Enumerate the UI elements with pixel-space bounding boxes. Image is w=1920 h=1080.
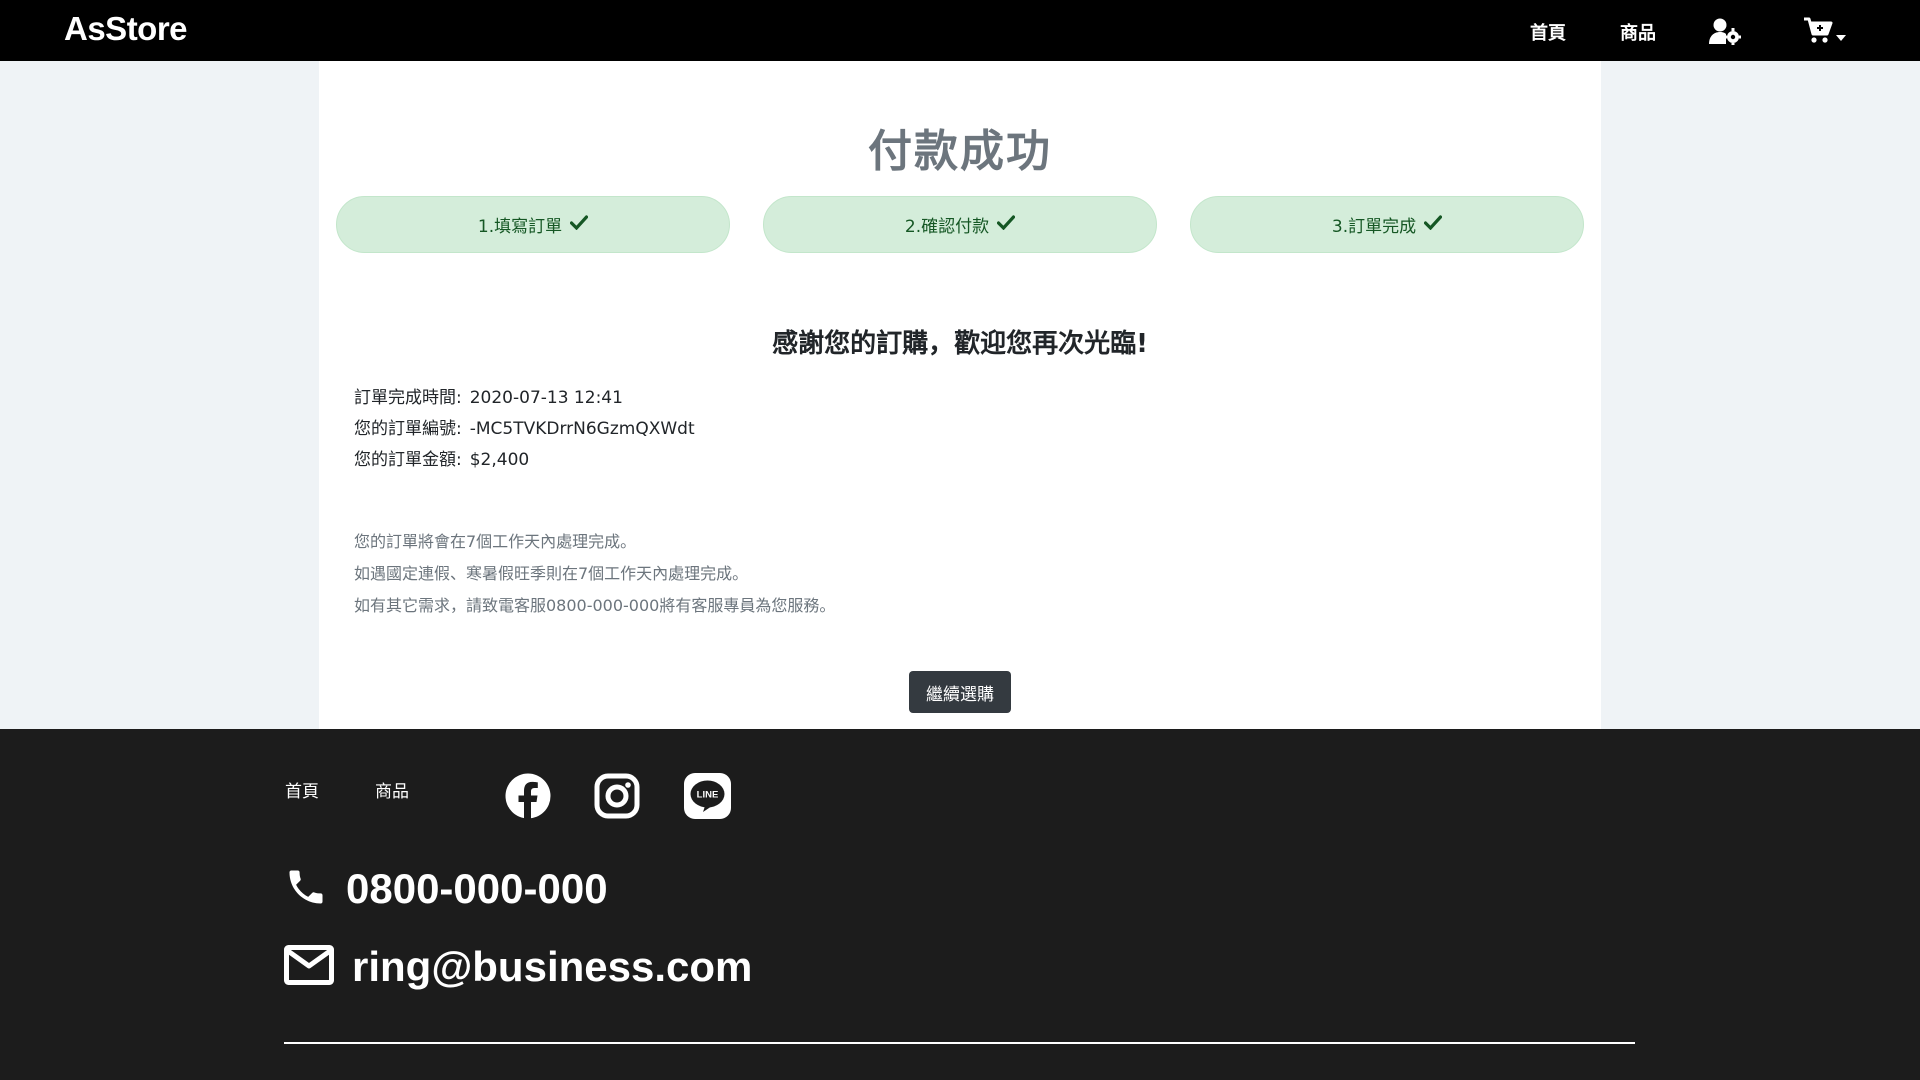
order-amount-value: $2,400 xyxy=(469,450,530,470)
footer-link-products[interactable]: 商品 xyxy=(375,777,409,802)
note-line: 如有其它需求，請致電客服0800-000-000將有客服專員為您服務。 xyxy=(354,596,836,615)
footer-divider xyxy=(284,1042,1635,1044)
order-time-row: 訂單完成時間: 2020-07-13 12:41 xyxy=(354,383,695,414)
order-info: 訂單完成時間: 2020-07-13 12:41 您的訂單編號: -MC5TVKDr… xyxy=(354,383,695,476)
check-icon xyxy=(997,214,1016,235)
step-label: 1.填寫訂單 xyxy=(477,217,563,237)
step-2-confirm-payment: 2.確認付款 xyxy=(763,196,1157,253)
instagram-icon[interactable] xyxy=(594,773,640,823)
check-icon xyxy=(1424,214,1443,235)
cart-icon[interactable] xyxy=(1803,16,1833,48)
email-row: ring@business.com xyxy=(284,943,752,991)
continue-shopping-button[interactable]: 繼續選購 xyxy=(909,671,1011,713)
note-line: 您的訂單將會在7個工作天內處理完成。 xyxy=(354,532,637,551)
phone-icon xyxy=(284,865,328,913)
user-cog-icon[interactable] xyxy=(1709,17,1742,49)
order-id-row: 您的訂單編號: -MC5TVKDrrN6GzmQXWdt xyxy=(354,414,695,445)
step-label: 3.訂單完成 xyxy=(1331,217,1417,237)
phone-row: 0800-000-000 xyxy=(284,865,608,913)
order-id-label: 您的訂單編號: xyxy=(354,419,462,439)
brand-logo[interactable]: AsStore xyxy=(64,10,188,48)
nav-link-home[interactable]: 首頁 xyxy=(1530,19,1566,45)
note-line: 如遇國定連假、寒暑假旺季則在7個工作天內處理完成。 xyxy=(354,564,749,583)
email-icon xyxy=(284,943,334,991)
check-icon xyxy=(570,214,589,235)
email-address[interactable]: ring@business.com xyxy=(352,943,752,991)
navbar: AsStore 首頁 商品 xyxy=(0,0,1920,61)
step-1-fill-order: 1.填寫訂單 xyxy=(336,196,730,253)
footer-link-home[interactable]: 首頁 xyxy=(285,777,319,802)
order-notes: 您的訂單將會在7個工作天內處理完成。 如遇國定連假、寒暑假旺季則在7個工作天內處… xyxy=(354,526,835,622)
order-time-value: 2020-07-13 12:41 xyxy=(469,388,623,408)
order-amount-label: 您的訂單金額: xyxy=(354,450,462,470)
order-id-value: -MC5TVKDrrN6GzmQXWdt xyxy=(469,419,695,439)
step-3-order-complete: 3.訂單完成 xyxy=(1190,196,1584,253)
order-amount-row: 您的訂單金額: $2,400 xyxy=(354,445,695,476)
facebook-icon[interactable] xyxy=(505,773,551,823)
line-icon[interactable]: LINE xyxy=(684,773,731,823)
svg-text:LINE: LINE xyxy=(697,790,719,801)
main-content: 付款成功 1.填寫訂單 2.確認付款 3.訂單完成 感謝您的訂購，歡迎您再次光臨… xyxy=(319,61,1601,729)
thanks-message: 感謝您的訂購，歡迎您再次光臨! xyxy=(772,329,1148,359)
step-label: 2.確認付款 xyxy=(904,217,990,237)
footer: 首頁 商品 LINE 0800-000-000 ring@business.co… xyxy=(0,729,1920,1080)
phone-number[interactable]: 0800-000-000 xyxy=(346,865,608,913)
nav-link-products[interactable]: 商品 xyxy=(1620,19,1656,45)
caret-down-icon[interactable] xyxy=(1836,26,1846,45)
order-time-label: 訂單完成時間: xyxy=(354,388,462,408)
page-title: 付款成功 xyxy=(868,126,1052,177)
